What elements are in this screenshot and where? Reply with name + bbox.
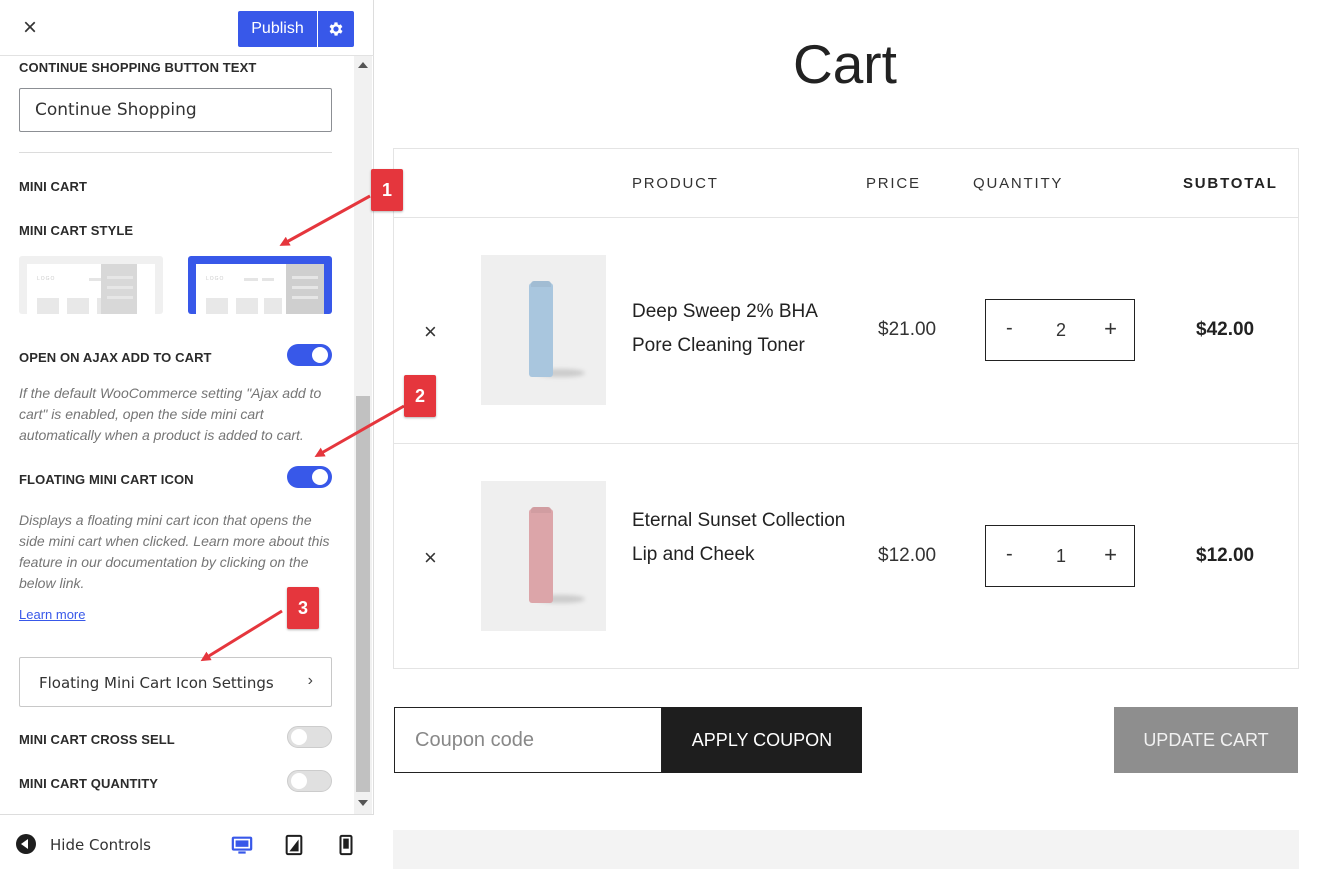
product-name-link[interactable]: Eternal Sunset Collection Lip and Cheek [632,504,847,572]
floating-settings-label: Floating Mini Cart Icon Settings [39,674,274,692]
floating-icon-description: Displays a floating mini cart icon that … [19,512,330,591]
cart-totals-area [393,830,1299,869]
update-cart-button[interactable]: UPDATE CART [1114,707,1298,773]
product-price: $12.00 [878,545,937,566]
product-thumbnail[interactable] [481,255,606,405]
chevron-right-icon: › [307,672,313,689]
scrollbar-thumb[interactable] [356,396,370,792]
product-subtotal: $12.00 [1196,545,1255,566]
product-subtotal: $42.00 [1196,319,1255,340]
floating-icon-toggle[interactable] [287,466,332,488]
scroll-up-arrow-icon[interactable] [358,62,368,68]
mini-cart-style-option-2-selected[interactable]: LOGO [188,256,332,314]
open-on-ajax-label: OPEN ON AJAX ADD TO CART [19,350,212,365]
publish-settings-button[interactable] [318,11,354,47]
mobile-preview-icon[interactable] [335,834,357,856]
quantity-stepper[interactable]: - 1 + [985,525,1135,587]
bottle-image [529,283,553,377]
open-on-ajax-toggle[interactable] [287,344,332,366]
coupon-input[interactable]: Coupon code [394,707,662,773]
column-header-subtotal: SUBTOTAL [1183,175,1278,192]
column-header-price: PRICE [866,175,921,192]
mini-cart-heading: MINI CART [19,179,88,194]
quantity-toggle[interactable] [287,770,332,792]
panel-scrollbar[interactable] [354,56,372,814]
continue-shopping-input[interactable]: Continue Shopping [19,88,332,132]
sidebar-footer: Hide Controls [0,814,374,869]
continue-shopping-label: CONTINUE SHOPPING BUTTON TEXT [19,60,257,75]
column-header-product: PRODUCT [632,175,719,192]
column-header-quantity: QUANTITY [973,175,1064,192]
quantity-label: MINI CART QUANTITY [19,776,159,791]
sidebar-header: × Publish [0,0,374,56]
scroll-down-arrow-icon[interactable] [358,800,368,806]
row-divider [394,217,1298,218]
open-on-ajax-description: If the default WooCommerce setting "Ajax… [19,385,322,443]
style-logo-text: LOGO [37,276,56,282]
increase-quantity-button[interactable]: + [1104,542,1117,568]
remove-item-icon[interactable]: × [424,545,437,571]
product-name-link[interactable]: Deep Sweep 2% BHA Pore Cleaning Toner [632,295,847,363]
hide-controls-button[interactable]: Hide Controls [50,836,151,854]
remove-item-icon[interactable]: × [424,319,437,345]
floating-icon-label: FLOATING MINI CART ICON [19,472,194,487]
page-title: Cart [793,33,897,95]
publish-button[interactable]: Publish [238,11,317,47]
quantity-stepper[interactable]: - 2 + [985,299,1135,361]
row-divider [394,443,1298,444]
increase-quantity-button[interactable]: + [1104,316,1117,342]
tablet-preview-icon[interactable] [283,834,305,856]
close-icon[interactable]: × [18,14,42,42]
annotation-badge-1: 1 [371,169,403,211]
learn-more-link[interactable]: Learn more [19,607,85,622]
bottle-image [529,509,553,603]
customizer-sidebar: × Publish CONTINUE SHOPPING BUTTON TEXT … [0,0,374,869]
settings-panel: CONTINUE SHOPPING BUTTON TEXT Continue S… [0,56,354,814]
cart-table: PRODUCT PRICE QUANTITY SUBTOTAL × Deep S… [393,148,1299,669]
mini-cart-style-label: MINI CART STYLE [19,223,134,238]
product-thumbnail[interactable] [481,481,606,631]
divider [19,152,332,153]
hide-controls-icon[interactable] [16,834,36,854]
cross-sell-label: MINI CART CROSS SELL [19,732,175,747]
apply-coupon-button[interactable]: APPLY COUPON [662,707,862,773]
gear-icon [329,22,343,36]
desktop-preview-icon[interactable] [231,834,253,856]
mini-cart-style-option-1[interactable]: LOGO [19,256,163,314]
style-logo-text: LOGO [206,276,225,282]
annotation-badge-2: 2 [404,375,436,417]
product-price: $21.00 [878,319,937,340]
cross-sell-toggle[interactable] [287,726,332,748]
floating-settings-button[interactable]: Floating Mini Cart Icon Settings › [19,657,332,707]
annotation-badge-3: 3 [287,587,319,629]
